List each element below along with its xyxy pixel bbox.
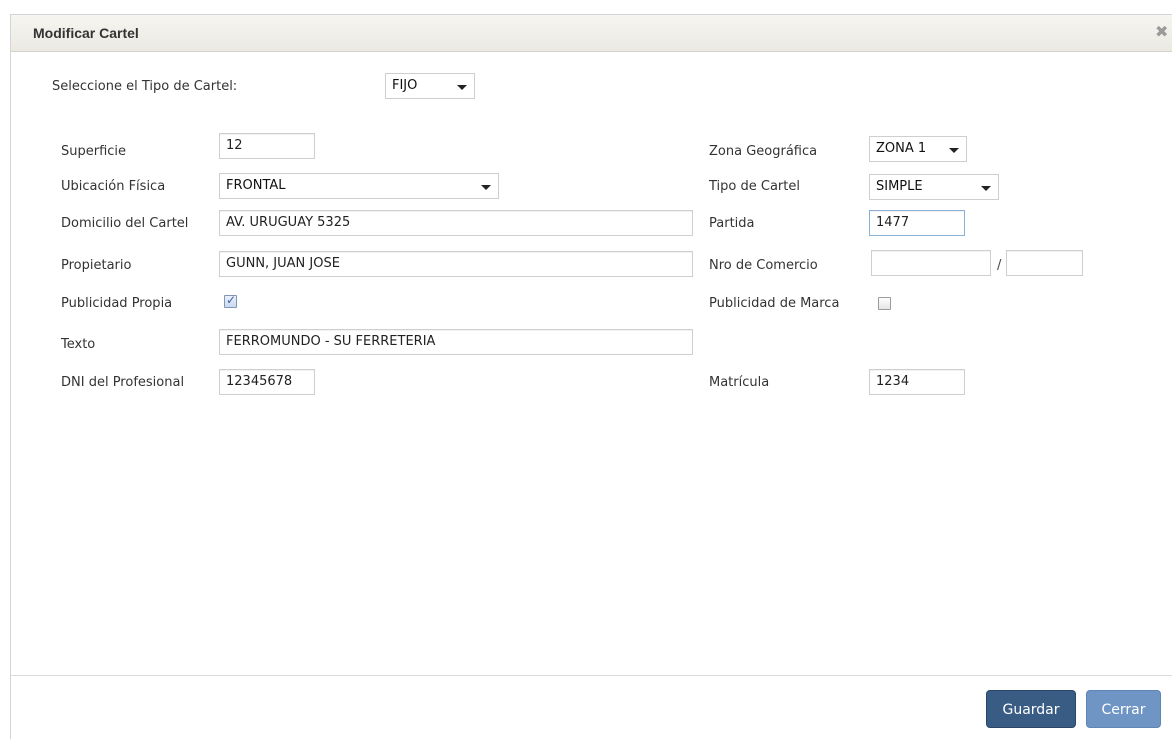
tipo-cartel-value: FIJO	[392, 78, 418, 93]
tipo-label: Tipo de Cartel	[709, 179, 800, 194]
domicilio-field[interactable]: AV. URUGUAY 5325	[219, 210, 693, 236]
cerrar-button[interactable]: Cerrar	[1086, 690, 1161, 728]
zona-label: Zona Geográfica	[709, 144, 818, 159]
publicidad-marca-checkbox[interactable]	[878, 297, 891, 310]
ubicacion-select[interactable]: FRONTAL	[219, 173, 499, 199]
tipo-value: SIMPLE	[876, 179, 923, 194]
texto-label: Texto	[61, 337, 96, 352]
tipo-select[interactable]: SIMPLE	[869, 174, 999, 200]
chevron-down-icon	[457, 85, 467, 90]
zona-value: ZONA 1	[876, 141, 927, 156]
nro-comercio-label: Nro de Comercio	[709, 258, 818, 273]
partida-label: Partida	[709, 216, 755, 231]
tipo-cartel-select[interactable]: FIJO	[385, 73, 475, 99]
nro-comercio-separator: /	[997, 258, 1002, 273]
domicilio-label: Domicilio del Cartel	[61, 216, 189, 231]
propietario-label: Propietario	[61, 258, 132, 273]
dni-field[interactable]: 12345678	[219, 369, 315, 395]
dialog-title: Modificar Cartel	[33, 25, 139, 41]
superficie-field[interactable]: 12	[219, 133, 315, 159]
publicidad-propia-label: Publicidad Propia	[61, 296, 173, 311]
modificar-cartel-dialog: Modificar Cartel ✖ Seleccione el Tipo de…	[10, 14, 1172, 739]
chevron-down-icon	[949, 148, 959, 153]
close-icon[interactable]: ✖	[1155, 24, 1169, 40]
chevron-down-icon	[481, 185, 491, 190]
partida-field[interactable]: 1477	[869, 210, 965, 236]
dni-label: DNI del Profesional	[61, 375, 185, 390]
publicidad-marca-label: Publicidad de Marca	[709, 296, 840, 311]
publicidad-propia-checkbox[interactable]: ✓	[224, 293, 237, 308]
chevron-down-icon	[981, 186, 991, 191]
dialog-titlebar: Modificar Cartel ✖	[11, 15, 1172, 52]
ubicacion-label: Ubicación Física	[61, 179, 166, 194]
nro-comercio-field-a[interactable]	[871, 250, 991, 276]
matricula-label: Matrícula	[709, 375, 770, 390]
nro-comercio-field-b[interactable]	[1006, 250, 1083, 276]
ubicacion-value: FRONTAL	[226, 178, 286, 193]
tipo-cartel-label: Seleccione el Tipo de Cartel:	[52, 79, 238, 94]
propietario-field[interactable]: GUNN, JUAN JOSE	[219, 251, 693, 277]
guardar-button[interactable]: Guardar	[986, 690, 1076, 728]
zona-select[interactable]: ZONA 1	[869, 136, 967, 162]
superficie-label: Superficie	[61, 144, 127, 159]
matricula-field[interactable]: 1234	[869, 369, 965, 395]
footer-divider	[11, 675, 1172, 676]
check-icon: ✓	[226, 293, 237, 307]
texto-field[interactable]: FERROMUNDO - SU FERRETERIA	[219, 329, 693, 355]
